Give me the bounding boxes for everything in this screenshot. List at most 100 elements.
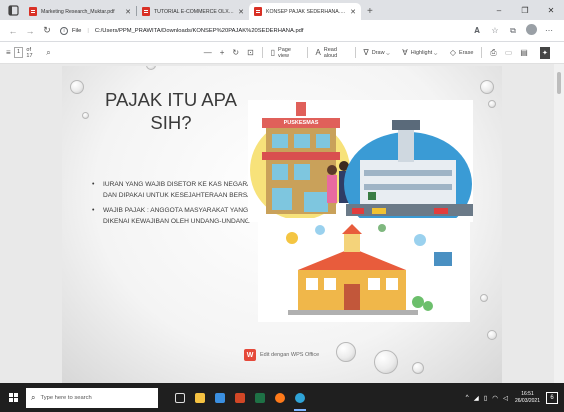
- taskbar-search-input[interactable]: ⌕ Type here to search: [26, 387, 158, 408]
- url-text[interactable]: C:/Users/PPM_PRAWITA/Downloads/KONSEP%20…: [95, 28, 304, 34]
- decorative-bubble: [374, 350, 398, 374]
- book-icon: ▯: [270, 48, 276, 57]
- scrollbar-thumb[interactable]: [557, 72, 561, 94]
- bullet-item: WAJIB PAJAK : ANGGOTA MASYARAKAT YANG DI…: [92, 205, 262, 227]
- page-total: of 17: [26, 46, 33, 59]
- favorite-star-icon[interactable]: ☆: [486, 26, 504, 35]
- info-icon[interactable]: i: [60, 26, 68, 35]
- save-icon[interactable]: ▭: [505, 48, 513, 57]
- draw-label: Draw: [371, 49, 385, 56]
- decorative-bubble: [70, 80, 84, 94]
- erase-label: Erase: [459, 49, 474, 56]
- toolbar-divider: [261, 47, 263, 58]
- edge-app-icon[interactable]: [6, 3, 20, 17]
- refresh-icon[interactable]: ↻: [40, 25, 54, 36]
- zoom-in-button[interactable]: +: [220, 48, 225, 57]
- read-aloud-toolbar-icon[interactable]: 𝐀: [468, 26, 486, 36]
- page-number-input[interactable]: 1: [13, 47, 24, 58]
- bullet-item: IURAN YANG WAJIB DISETOR KE KAS NEGARA D…: [92, 179, 262, 201]
- decorative-bubble: [487, 330, 497, 340]
- chevron-up-icon[interactable]: ^: [466, 394, 469, 401]
- erase-button[interactable]: ◇ Erase: [450, 48, 474, 57]
- clock-date: 26/03/2021: [514, 397, 540, 404]
- tab-konsep-pajak[interactable]: KONSEP PAJAK SEDERHANA.pdf ✕: [249, 3, 361, 20]
- read-aloud-button[interactable]: A Read aloud: [315, 47, 346, 59]
- puskesmas-sign: PUSKESMAS: [283, 120, 319, 126]
- draw-button[interactable]: ∇ Draw ⌄: [363, 48, 394, 57]
- read-aloud-icon: A: [315, 48, 321, 57]
- windows-taskbar: ⌕ Type here to search ^ ◢ ▯ ◠ ◁ 16:51 26…: [0, 383, 564, 412]
- back-arrow-icon[interactable]: ←: [6, 26, 20, 36]
- close-tab-icon[interactable]: ✕: [350, 8, 356, 16]
- page-view-button[interactable]: ▯ Page view: [271, 47, 299, 59]
- eraser-icon: ◇: [449, 48, 457, 57]
- search-icon[interactable]: ⌕: [46, 48, 50, 58]
- system-tray: ^ ◢ ▯ ◠ ◁ 16:51 26/03/2021 6: [466, 391, 564, 405]
- rotate-icon[interactable]: ↻: [232, 48, 239, 57]
- highlight-button[interactable]: ∀ Highlight ⌄: [402, 48, 442, 57]
- file-explorer-icon[interactable]: [190, 383, 210, 412]
- toolbar-divider: [306, 47, 308, 58]
- close-tab-icon[interactable]: ✕: [125, 8, 131, 16]
- url-field[interactable]: i File | C:/Users/PPM_PRAWITA/Downloads/…: [60, 23, 468, 39]
- task-view-icon[interactable]: [170, 383, 190, 412]
- volume-icon[interactable]: ◁: [503, 394, 508, 402]
- edge-taskbar-icon[interactable]: [290, 383, 310, 412]
- profile-avatar[interactable]: [522, 24, 540, 37]
- search-icon: ⌕: [31, 392, 36, 402]
- pdf-viewer[interactable]: PAJAK ITU APA SIH? IURAN YANG WAJIB DISE…: [0, 64, 564, 384]
- battery-icon[interactable]: ▯: [484, 394, 488, 402]
- contents-list-icon[interactable]: ≡: [6, 48, 11, 57]
- pdf-icon: [142, 7, 150, 16]
- highlighter-icon: ∀: [402, 48, 408, 57]
- clock-time: 16:51: [521, 390, 534, 397]
- decorative-bubble: [480, 80, 494, 94]
- notification-center-icon[interactable]: 6: [546, 391, 558, 404]
- minimize-button[interactable]: –: [486, 6, 512, 15]
- decorative-bubble: [336, 342, 356, 362]
- toolbar-divider: [354, 47, 356, 58]
- new-tab-button[interactable]: +: [367, 6, 373, 17]
- window-controls: – ❐ ✕: [486, 0, 564, 20]
- forward-arrow-icon[interactable]: →: [23, 26, 37, 36]
- excel-icon[interactable]: [250, 383, 270, 412]
- wifi-icon[interactable]: ◠: [492, 394, 498, 402]
- public-buildings-illustration: PUSKESMAS: [248, 100, 473, 236]
- close-tab-icon[interactable]: ✕: [238, 8, 244, 16]
- powerpoint-icon[interactable]: [230, 383, 250, 412]
- decorative-bubble: [82, 112, 89, 119]
- tab-title: TUTORIAL E-COMMERCE OLX.pdf: [154, 8, 235, 15]
- fit-page-icon[interactable]: ⊡: [247, 48, 254, 57]
- page-view-label: Page view: [278, 46, 291, 59]
- read-aloud-label: Read aloud: [323, 46, 338, 59]
- tab-tutorial-ecommerce[interactable]: TUTORIAL E-COMMERCE OLX.pdf ✕: [137, 3, 249, 20]
- zoom-out-button[interactable]: —: [204, 48, 212, 57]
- url-scheme-label: File: [72, 27, 82, 34]
- collections-icon[interactable]: ⧉: [504, 26, 522, 36]
- wps-logo-icon: W: [244, 349, 256, 361]
- wps-watermark[interactable]: W Edit dengan WPS Office: [244, 349, 319, 361]
- close-window-button[interactable]: ✕: [538, 6, 564, 15]
- vertical-scrollbar[interactable]: [554, 64, 564, 383]
- government-building-illustration: [258, 218, 470, 322]
- print-icon[interactable]: ⎙: [490, 48, 496, 58]
- more-menu-icon[interactable]: ⋯: [540, 26, 558, 35]
- wps-watermark-text: Edit dengan WPS Office: [260, 352, 320, 358]
- tab-marketing-research[interactable]: Marketing Research_Muktar.pdf ✕: [24, 3, 136, 20]
- pin-toolbar-icon[interactable]: ✦: [539, 46, 551, 59]
- tab-title: Marketing Research_Muktar.pdf: [41, 8, 115, 15]
- pdf-tools: — + ↻ ⊡ ▯ Page view A Read aloud ∇ Draw ⌄ ∀ H…: [204, 46, 558, 59]
- highlight-label: Highlight: [410, 49, 433, 56]
- store-icon[interactable]: [210, 383, 230, 412]
- start-button[interactable]: [0, 383, 26, 412]
- save-as-icon[interactable]: ▤: [520, 48, 528, 57]
- draw-pen-icon: ∇: [363, 48, 369, 57]
- url-divider: |: [87, 27, 89, 34]
- clock[interactable]: 16:51 26/03/2021: [515, 391, 540, 405]
- network-icon[interactable]: ◢: [474, 394, 479, 402]
- maximize-button[interactable]: ❐: [512, 6, 538, 15]
- address-bar: ← → ↻ i File | C:/Users/PPM_PRAWITA/Down…: [0, 20, 564, 42]
- decorative-bubble: [146, 66, 156, 70]
- firefox-icon[interactable]: [270, 383, 290, 412]
- tab-title: KONSEP PAJAK SEDERHANA.pdf: [266, 8, 347, 15]
